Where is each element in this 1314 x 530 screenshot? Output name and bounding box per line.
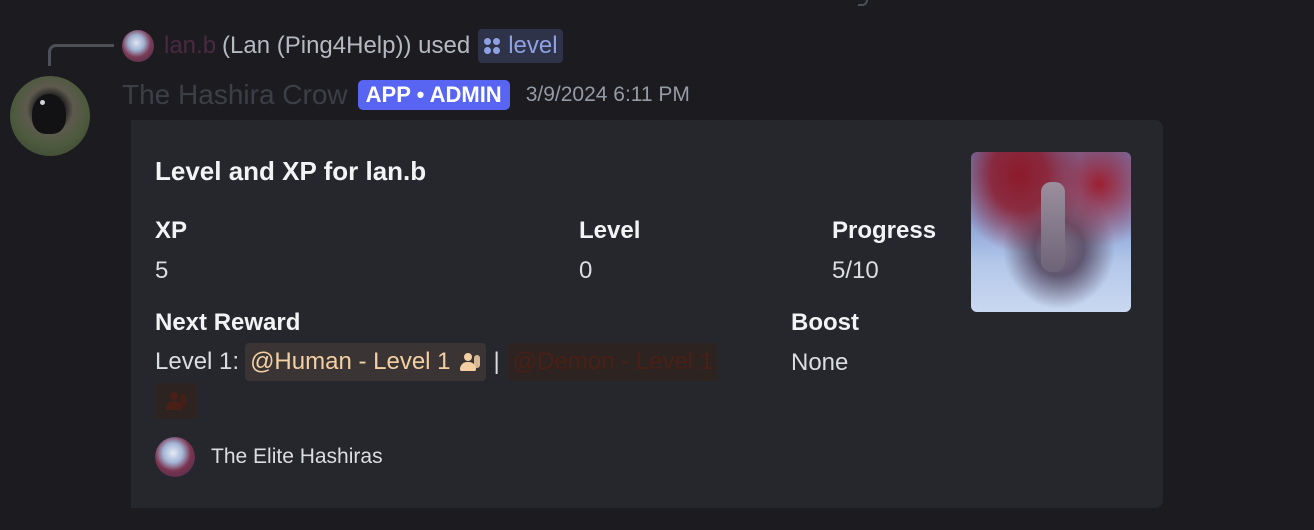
role-mention-demon-icon[interactable] <box>155 383 197 419</box>
role-separator: | <box>493 348 500 375</box>
command-icon <box>483 37 501 55</box>
reply-spine-icon <box>48 44 114 66</box>
reply-username[interactable]: lan.b <box>164 32 216 60</box>
message-timestamp[interactable]: 3/9/2024 6:11 PM <box>526 83 690 107</box>
bot-name[interactable]: The Hashira Crow <box>122 79 348 111</box>
field-xp-value: 5 <box>155 257 169 284</box>
reply-text: (Lan (Ping4Help)) used <box>222 32 471 59</box>
field-level-name: Level <box>579 217 641 244</box>
command-mention[interactable]: level <box>478 29 563 63</box>
field-progress-value: 5/10 <box>832 257 879 284</box>
tree-image <box>1041 182 1065 272</box>
role-mention-demon[interactable]: @Demon - Level 1 <box>507 343 719 381</box>
people-icon <box>459 353 481 371</box>
field-boost-value: None <box>791 349 849 376</box>
role-mention-human[interactable]: @Human - Level 1 <box>245 343 486 381</box>
reply-user-avatar[interactable] <box>122 30 154 62</box>
reward-prefix: Level 1: <box>155 348 240 375</box>
role-label: @Human - Level 1 <box>250 348 451 375</box>
message-header: The Hashira Crow APP • ADMIN 3/9/2024 6:… <box>122 76 690 114</box>
field-progress-name: Progress <box>832 217 937 244</box>
bot-avatar[interactable] <box>10 76 90 156</box>
embed-title: Level and XP for lan.b <box>155 156 427 186</box>
field-boost-name: Boost <box>791 309 859 336</box>
field-level-value: 0 <box>579 257 593 284</box>
people-icon <box>165 392 187 410</box>
footer-icon <box>155 437 195 477</box>
app-admin-badge: APP • ADMIN <box>357 80 510 110</box>
field-xp-name: XP <box>155 217 188 244</box>
reply-context[interactable]: lan.b (Lan (Ping4Help)) used level <box>122 28 563 64</box>
next-reward-value: Level 1: @Human - Level 1 | @Demon - Lev… <box>155 343 719 381</box>
crow-icon <box>32 94 66 134</box>
field-next-reward-name: Next Reward <box>155 309 301 336</box>
role-label: @Demon - Level 1 <box>512 348 714 375</box>
footer-text: The Elite Hashiras <box>211 445 383 468</box>
crow-eye <box>40 100 45 105</box>
embed-thumbnail[interactable] <box>971 152 1131 312</box>
embed-footer: The Elite Hashiras <box>155 437 383 477</box>
partial-mark <box>858 0 868 6</box>
command-name: level <box>508 32 558 59</box>
discord-message-view: lan.b (Lan (Ping4Help)) used level The H… <box>0 0 1314 530</box>
